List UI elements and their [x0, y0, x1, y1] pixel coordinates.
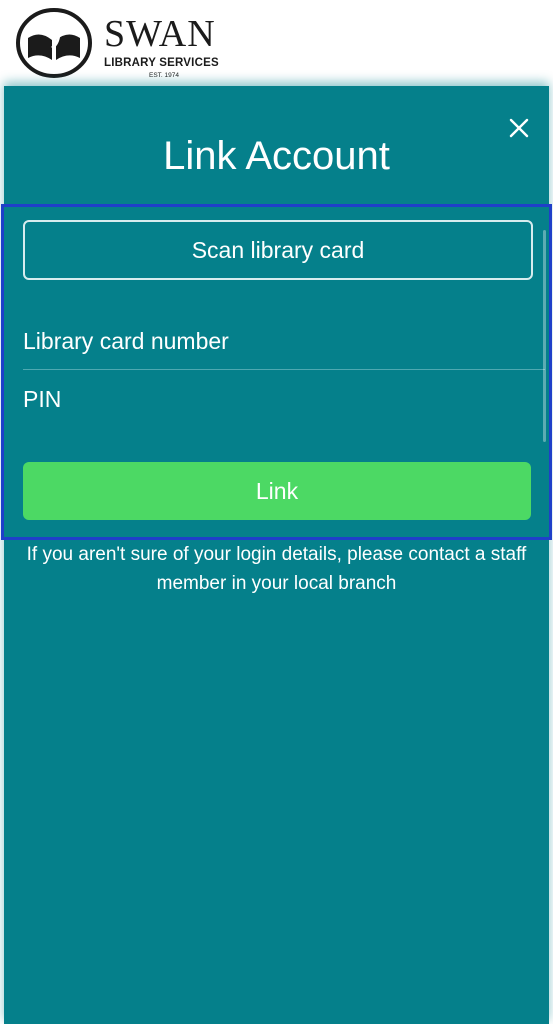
link-button[interactable]: Link	[23, 462, 531, 520]
field-divider	[23, 369, 545, 370]
library-card-number-input[interactable]	[23, 316, 545, 366]
swan-emblem-icon	[16, 8, 92, 78]
app-header: SWAN LIBRARY SERVICES EST. 1974	[0, 0, 553, 86]
logo-established: EST. 1974	[149, 72, 179, 79]
logo-name: SWAN	[104, 13, 216, 55]
help-text: If you aren't sure of your login details…	[26, 544, 527, 594]
scan-library-card-button[interactable]: Scan library card	[23, 220, 533, 280]
link-account-modal: Link Account Scan library card Link If y…	[1, 86, 552, 1024]
scrollbar[interactable]	[543, 230, 546, 442]
pin-input[interactable]	[23, 374, 545, 424]
library-card-number-field[interactable]	[23, 316, 545, 366]
logo-subtitle: LIBRARY SERVICES	[104, 57, 219, 69]
swan-logo: SWAN LIBRARY SERVICES EST. 1974	[16, 8, 236, 82]
app-screen: SWAN LIBRARY SERVICES EST. 1974 Link Acc…	[0, 0, 553, 1024]
pin-field[interactable]	[23, 374, 545, 424]
modal-title: Link Account	[163, 134, 390, 178]
